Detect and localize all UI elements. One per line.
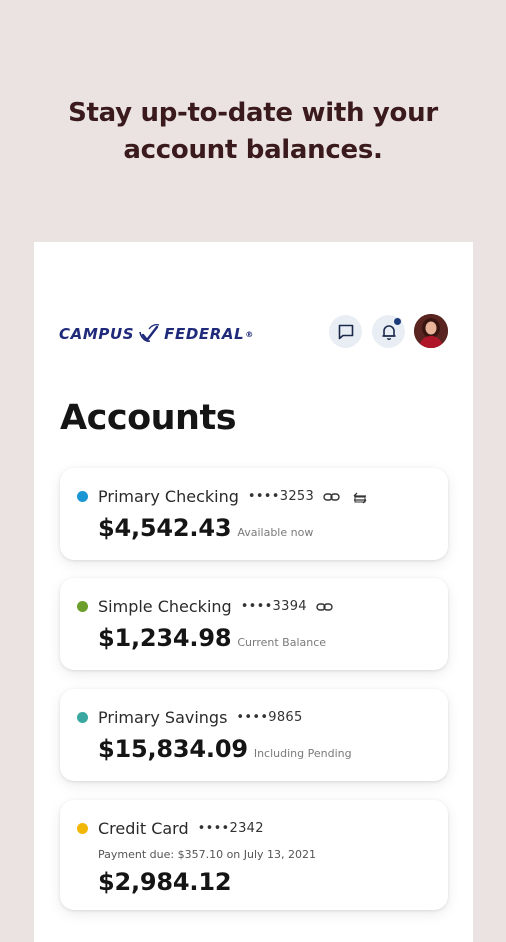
account-balance-row: $2,984.12 — [98, 868, 232, 896]
logo-registered-mark: ® — [245, 329, 254, 339]
account-balance-row: $15,834.09 Including Pending — [98, 735, 352, 763]
account-header: Primary Checking ••••3253 — [98, 487, 368, 506]
account-color-dot — [77, 601, 88, 612]
account-name: Credit Card — [98, 819, 189, 838]
messages-button[interactable] — [329, 315, 362, 348]
promo-headline: Stay up-to-date with your account balanc… — [0, 95, 506, 169]
account-number: ••••9865 — [236, 710, 303, 725]
payment-due-text: Payment due: $357.10 on July 13, 2021 — [98, 848, 317, 861]
account-color-dot — [77, 823, 88, 834]
avatar[interactable] — [414, 314, 448, 348]
logo-text-campus: CAMPUS — [59, 325, 135, 343]
avatar-photo — [414, 314, 448, 348]
account-balance-row: $1,234.98 Current Balance — [98, 624, 326, 652]
account-number: ••••2342 — [197, 821, 264, 836]
promo-headline-line-1: Stay up-to-date with your — [68, 98, 438, 128]
account-number: ••••3253 — [247, 489, 315, 504]
campus-federal-logo: CAMPUS FEDERAL ® — [59, 322, 254, 346]
link-icon — [323, 491, 340, 503]
account-color-dot — [77, 491, 88, 502]
transfer-icon — [352, 490, 368, 504]
logo-text-federal: FEDERAL — [164, 325, 245, 343]
account-balance: $1,234.98 — [98, 624, 232, 652]
account-balance: $15,834.09 — [98, 735, 248, 763]
account-balance-row: $4,542.43 Available now — [98, 514, 313, 542]
account-card-primary-checking[interactable]: Primary Checking ••••3253 $4,542.43 Avai… — [60, 468, 448, 560]
page-title: Accounts — [60, 398, 237, 438]
link-icon — [316, 601, 333, 613]
account-header: Simple Checking ••••3394 — [98, 597, 333, 616]
account-header: Primary Savings ••••9865 — [98, 708, 303, 727]
balance-note: Including Pending — [253, 747, 352, 760]
account-name: Primary Checking — [98, 487, 239, 506]
account-card-credit-card[interactable]: Credit Card ••••2342 Payment due: $357.1… — [60, 800, 448, 910]
balance-note: Available now — [237, 526, 314, 539]
account-number: ••••3394 — [240, 599, 307, 614]
account-balance: $2,984.12 — [98, 868, 232, 896]
account-card-simple-checking[interactable]: Simple Checking ••••3394 $1,234.98 Curre… — [60, 578, 448, 670]
promo-headline-line-2: account balances. — [123, 135, 383, 165]
chat-icon — [338, 324, 353, 339]
account-card-primary-savings[interactable]: Primary Savings ••••9865 $15,834.09 Incl… — [60, 689, 448, 781]
account-color-dot — [77, 712, 88, 723]
account-name: Primary Savings — [98, 708, 228, 727]
balance-note: Current Balance — [237, 636, 327, 649]
account-name: Simple Checking — [98, 597, 232, 616]
account-header: Credit Card ••••2342 — [98, 819, 264, 838]
account-balance: $4,542.43 — [98, 514, 232, 542]
notification-badge — [393, 317, 402, 326]
logo-check-icon — [139, 324, 160, 342]
notifications-button[interactable] — [372, 315, 405, 348]
